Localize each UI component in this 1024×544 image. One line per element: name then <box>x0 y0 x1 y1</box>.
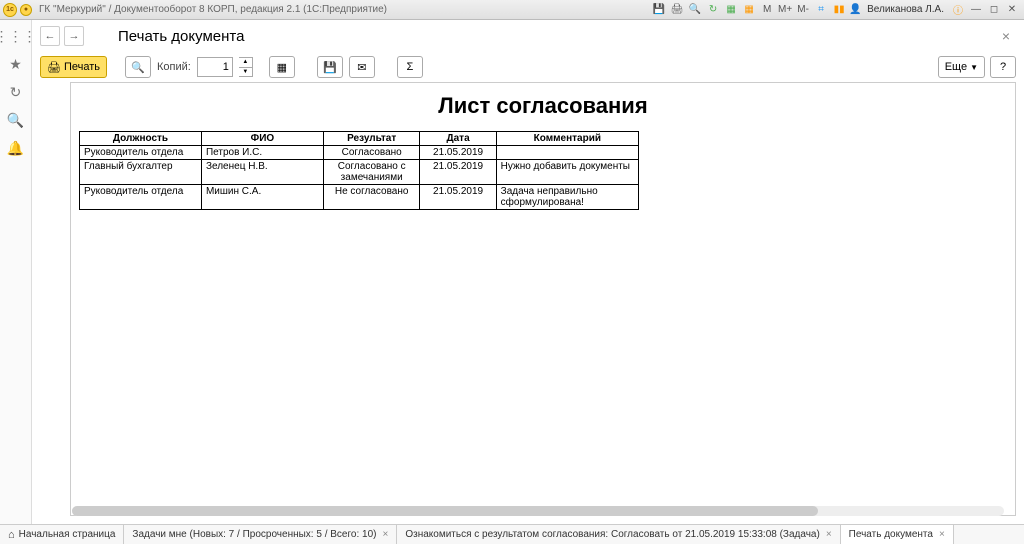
document-area[interactable]: Лист согласования Должность ФИО Результа… <box>70 82 1016 516</box>
m-minus-icon[interactable]: M- <box>795 2 811 18</box>
document-title: Лист согласования <box>79 93 1007 119</box>
current-user: Великанова Л.А. <box>867 4 944 15</box>
more-button-label: Еще <box>945 61 967 73</box>
cell: Руководитель отдела <box>80 185 202 210</box>
info-icon[interactable]: ⓘ <box>950 2 966 18</box>
calendar-icon[interactable]: ▦ <box>741 2 757 18</box>
preview-icon[interactable]: 🔍 <box>687 2 703 18</box>
help-button[interactable]: ? <box>990 56 1016 78</box>
table-row: Руководитель отдела Мишин С.А. Не соглас… <box>80 185 639 210</box>
search-icon[interactable]: 🔍 <box>6 110 26 130</box>
toolbar: 🖨Печать 🔍 Копий: ▲▼ ▦ 💾 ✉ Σ Еще ▼ ? <box>32 52 1024 82</box>
tab-tasks[interactable]: Задачи мне (Новых: 7 / Просроченных: 5 /… <box>124 525 397 544</box>
page-header: ← → Печать документа × <box>32 20 1024 52</box>
col-fio: ФИО <box>201 132 323 146</box>
col-result: Результат <box>323 132 420 146</box>
cell: 21.05.2019 <box>420 146 496 160</box>
print-button[interactable]: 🖨Печать <box>40 56 107 78</box>
cell <box>496 146 638 160</box>
col-position: Должность <box>80 132 202 146</box>
cell: Согласовано <box>323 146 420 160</box>
save-icon[interactable]: 💾 <box>651 2 667 18</box>
tab-print-doc[interactable]: Печать документа × <box>841 525 954 544</box>
user-icon: 👤 <box>849 4 861 16</box>
col-comment: Комментарий <box>496 132 638 146</box>
print-button-label: Печать <box>64 61 100 73</box>
refresh-icon[interactable]: ↻ <box>705 2 721 18</box>
link-icon[interactable]: ⌗ <box>813 2 829 18</box>
calculator-icon[interactable]: ▦ <box>723 2 739 18</box>
sum-button[interactable]: Σ <box>397 56 423 78</box>
cell: Нужно добавить документы <box>496 160 638 185</box>
spin-up-icon[interactable]: ▲ <box>239 58 252 68</box>
tab-home[interactable]: ⌂ Начальная страница <box>0 525 124 544</box>
bell-icon[interactable]: 🔔 <box>6 138 26 158</box>
cell: Мишин С.А. <box>201 185 323 210</box>
cell: Зеленец Н.В. <box>201 160 323 185</box>
tab-review[interactable]: Ознакомиться с результатом согласования:… <box>397 525 840 544</box>
approval-table: Должность ФИО Результат Дата Комментарий… <box>79 131 639 210</box>
cell: 21.05.2019 <box>420 185 496 210</box>
copies-label: Копий: <box>157 61 191 73</box>
table-header-row: Должность ФИО Результат Дата Комментарий <box>80 132 639 146</box>
window-title: ГК "Меркурий" / Документооборот 8 КОРП, … <box>39 4 387 15</box>
print-icon[interactable]: 🖨 <box>669 2 685 18</box>
maximize-icon[interactable]: ◻ <box>986 2 1002 18</box>
email-button[interactable]: ✉ <box>349 56 375 78</box>
home-icon: ⌂ <box>8 529 15 541</box>
scrollbar-thumb[interactable] <box>72 506 818 516</box>
cell: Главный бухгалтер <box>80 160 202 185</box>
bottom-tab-bar: ⌂ Начальная страница Задачи мне (Новых: 7… <box>0 524 1024 544</box>
save-button[interactable]: 💾 <box>317 56 343 78</box>
spin-down-icon[interactable]: ▼ <box>239 68 252 77</box>
cell: Не согласовано <box>323 185 420 210</box>
tab-label: Печать документа <box>849 529 933 540</box>
table-row: Руководитель отдела Петров И.С. Согласов… <box>80 146 639 160</box>
chevron-down-icon: ▼ <box>970 63 978 72</box>
m-icon-1[interactable]: M <box>759 2 775 18</box>
star-icon[interactable]: ★ <box>6 54 26 74</box>
close-tab-icon[interactable]: × <box>939 529 945 540</box>
page-title: Печать документа <box>118 28 244 45</box>
copies-spinner[interactable]: ▲▼ <box>239 57 253 77</box>
tab-label: Задачи мне (Новых: 7 / Просроченных: 5 /… <box>132 529 376 540</box>
tab-label: Начальная страница <box>19 529 116 540</box>
cell: Задача неправильно сформулирована! <box>496 185 638 210</box>
panel-icon[interactable]: ▮▮ <box>831 2 847 18</box>
preview-button[interactable]: 🔍 <box>125 56 151 78</box>
close-page-icon[interactable]: × <box>996 28 1016 44</box>
cell: Согласовано с замечаниями <box>323 160 420 185</box>
cell: Руководитель отдела <box>80 146 202 160</box>
minimize-icon[interactable]: — <box>968 2 984 18</box>
app-logo-1c: 1c <box>3 3 17 17</box>
table-button[interactable]: ▦ <box>269 56 295 78</box>
window-titlebar: 1c ● ГК "Меркурий" / Документооборот 8 К… <box>0 0 1024 20</box>
nav-back-button[interactable]: ← <box>40 26 60 46</box>
close-tab-icon[interactable]: × <box>382 529 388 540</box>
horizontal-scrollbar[interactable] <box>72 506 1004 516</box>
tab-label: Ознакомиться с результатом согласования:… <box>405 529 819 540</box>
cell: 21.05.2019 <box>420 160 496 185</box>
close-window-icon[interactable]: ✕ <box>1004 2 1020 18</box>
table-row: Главный бухгалтер Зеленец Н.В. Согласова… <box>80 160 639 185</box>
nav-forward-button[interactable]: → <box>64 26 84 46</box>
history-icon[interactable]: ↻ <box>6 82 26 102</box>
cell: Петров И.С. <box>201 146 323 160</box>
apps-icon[interactable]: ⋮⋮⋮ <box>6 26 26 46</box>
printer-icon: 🖨 <box>47 61 61 74</box>
col-date: Дата <box>420 132 496 146</box>
copies-input[interactable] <box>197 57 233 77</box>
m-plus-icon[interactable]: M+ <box>777 2 793 18</box>
left-rail: ⋮⋮⋮ ★ ↻ 🔍 🔔 <box>0 20 32 524</box>
app-status-icon: ● <box>20 4 32 16</box>
more-button[interactable]: Еще ▼ <box>938 56 985 78</box>
close-tab-icon[interactable]: × <box>826 529 832 540</box>
